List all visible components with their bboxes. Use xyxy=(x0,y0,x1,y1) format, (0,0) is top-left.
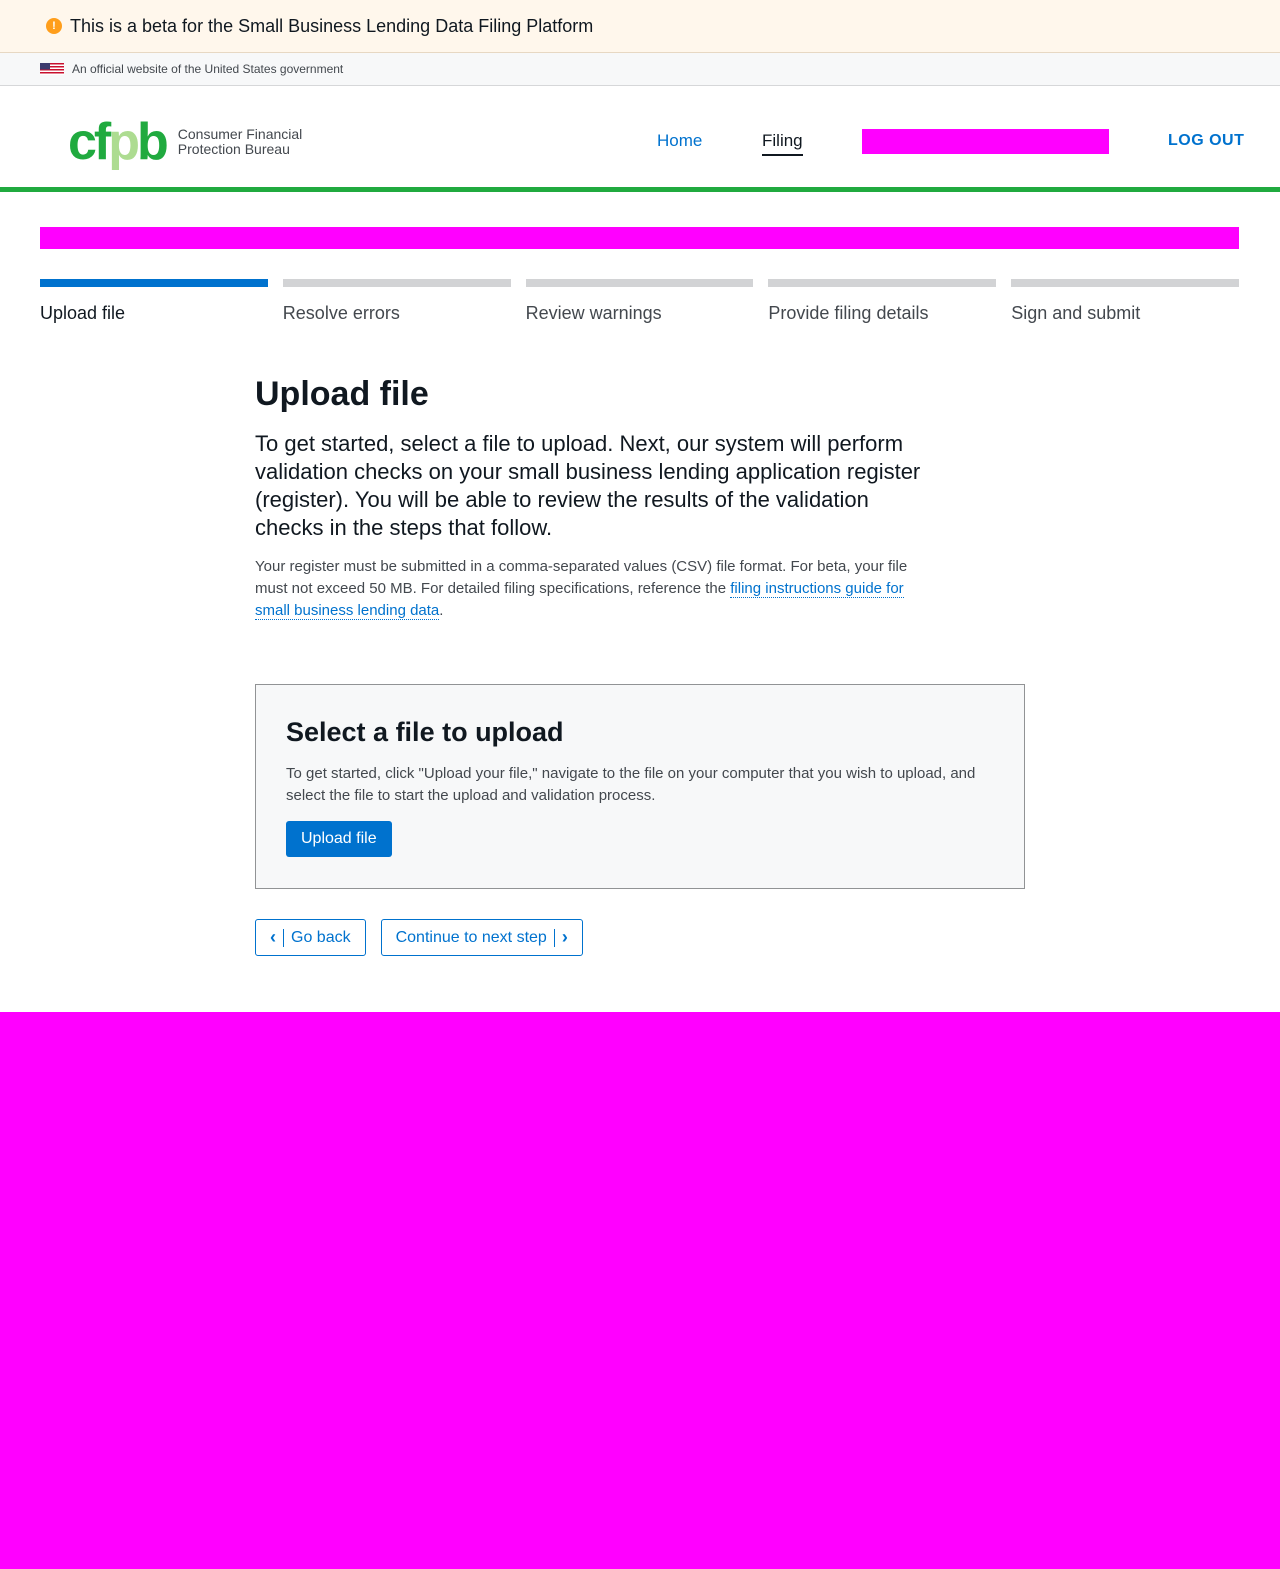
step-label: Provide filing details xyxy=(768,303,929,323)
body-paragraph: Your register must be submitted in a com… xyxy=(255,556,915,622)
go-back-label: Go back xyxy=(291,928,351,946)
step-bar xyxy=(40,279,268,287)
chevron-right-icon: › xyxy=(561,927,568,947)
redacted-user-name xyxy=(862,129,1109,154)
beta-banner: ! This is a beta for the Small Business … xyxy=(0,0,1280,53)
step-upload-file: Upload file xyxy=(40,279,268,324)
nav-home-link[interactable]: Home xyxy=(657,131,702,151)
step-resolve-errors: Resolve errors xyxy=(282,279,511,324)
gov-banner: An official website of the United States… xyxy=(0,53,1280,86)
main-content: Upload file To get started, select a fil… xyxy=(255,372,1025,956)
continue-label: Continue to next step xyxy=(395,928,547,946)
logo-line2: Protection Bureau xyxy=(177,141,290,157)
divider xyxy=(283,928,284,947)
beta-banner-text: This is a beta for the Small Business Le… xyxy=(70,15,594,36)
page-title: Upload file xyxy=(255,375,429,413)
upload-box-title: Select a file to upload xyxy=(286,717,564,747)
us-flag-icon xyxy=(40,63,64,75)
step-bar xyxy=(525,279,754,287)
step-provide-filing-details: Provide filing details xyxy=(768,279,997,324)
step-indicator: Upload file Resolve errors Review warnin… xyxy=(40,279,1239,324)
step-label: Review warnings xyxy=(525,303,662,323)
step-label: Upload file xyxy=(40,303,126,323)
continue-button[interactable]: Continue to next step › xyxy=(380,919,583,956)
logo-line1: Consumer Financial xyxy=(177,126,303,142)
upload-box-text: To get started, click "Upload your file,… xyxy=(286,765,976,804)
go-back-button[interactable]: ‹ Go back xyxy=(255,919,366,956)
alert-icon: ! xyxy=(46,18,62,34)
redacted-institution-banner xyxy=(40,227,1239,249)
chevron-left-icon: ‹ xyxy=(270,927,276,947)
nav-filing-link[interactable]: Filing xyxy=(762,131,803,156)
step-bar xyxy=(282,279,511,287)
logout-link[interactable]: LOG OUT xyxy=(1168,132,1244,150)
lead-paragraph: To get started, select a file to upload.… xyxy=(255,431,921,540)
step-review-warnings: Review warnings xyxy=(525,279,754,324)
step-sign-and-submit: Sign and submit xyxy=(1011,279,1239,324)
logo-mark: cfpb xyxy=(68,113,169,171)
gov-banner-text: An official website of the United States… xyxy=(72,62,344,76)
cfpb-logo[interactable]: cfpb Consumer Financial Protection Burea… xyxy=(68,116,302,168)
divider xyxy=(553,928,555,947)
step-label: Resolve errors xyxy=(282,303,400,323)
body-text-suffix: . xyxy=(439,602,444,619)
site-header: cfpb Consumer Financial Protection Burea… xyxy=(0,86,1280,192)
step-bar xyxy=(1011,279,1239,287)
upload-box: Select a file to upload To get started, … xyxy=(255,684,1025,889)
step-bar xyxy=(768,279,997,287)
upload-file-button[interactable]: Upload file xyxy=(286,821,392,857)
step-navigation: ‹ Go back Continue to next step › xyxy=(255,919,1025,956)
step-label: Sign and submit xyxy=(1011,303,1141,323)
redacted-footer xyxy=(0,1012,1280,1569)
logo-words: Consumer Financial Protection Bureau xyxy=(178,127,303,157)
